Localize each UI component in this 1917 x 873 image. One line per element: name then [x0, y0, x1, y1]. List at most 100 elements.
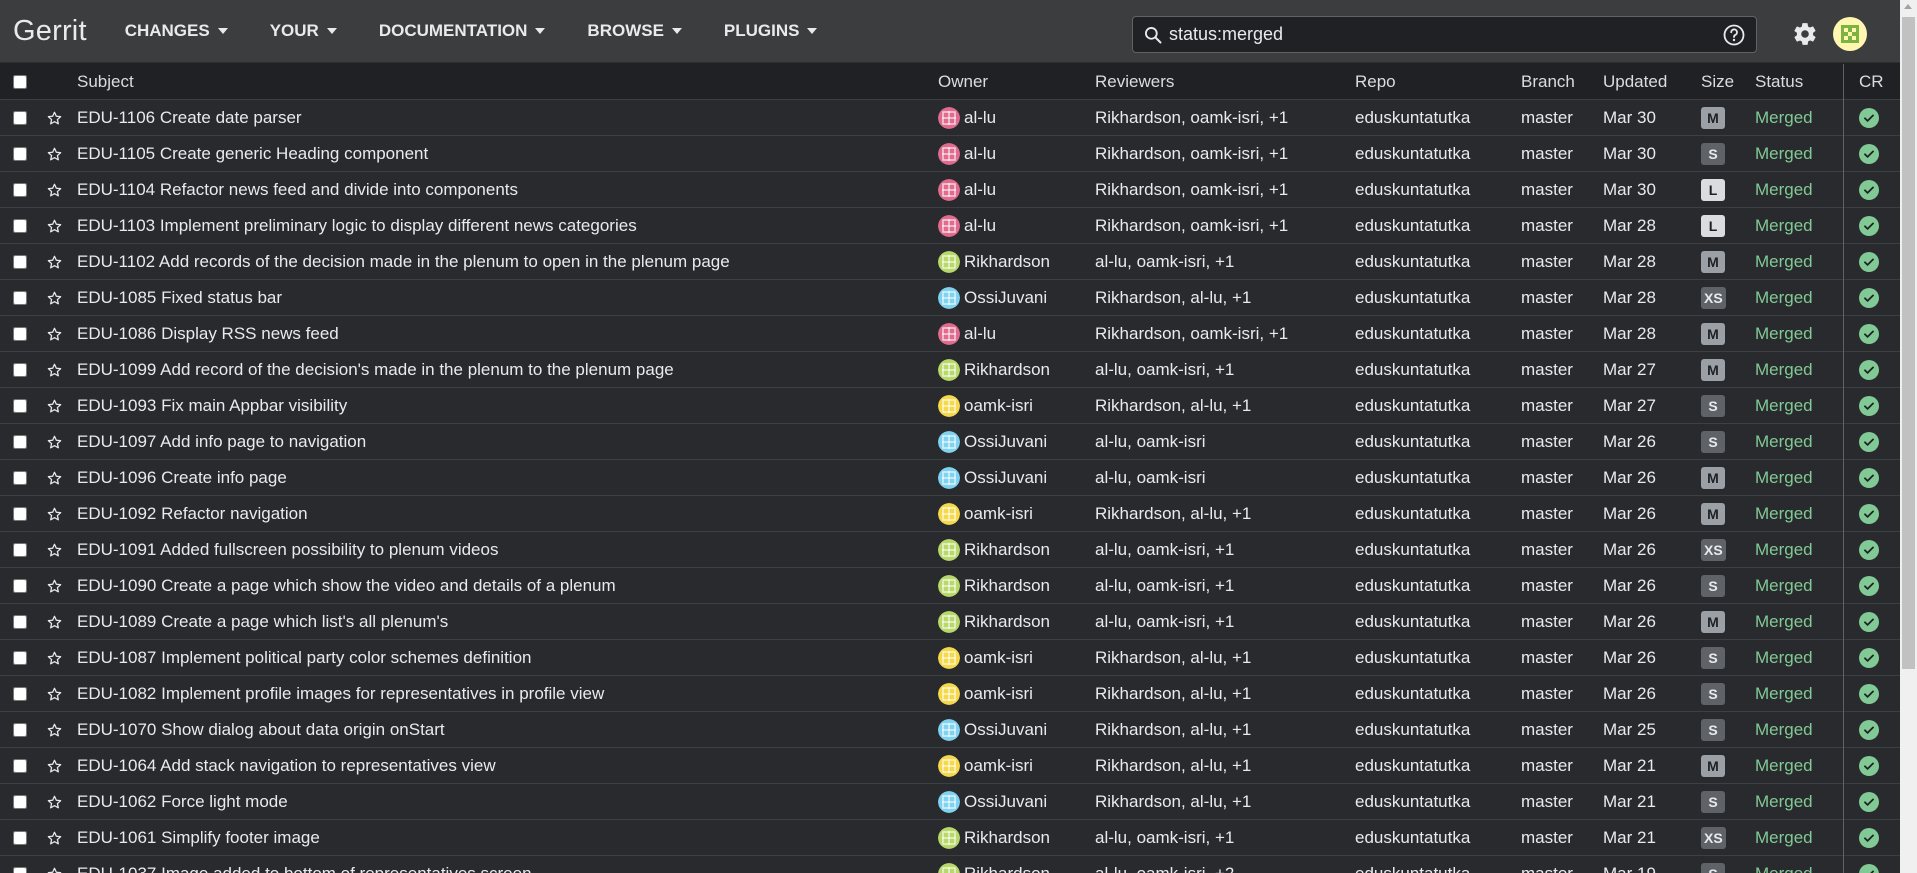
table-row[interactable]: EDU-1061 Simplify footer image Rikhardson… [0, 820, 1900, 856]
star-icon[interactable] [46, 388, 63, 424]
reviewers-cell[interactable]: Rikhardson, oamk-isri, +1 [1095, 172, 1288, 208]
repo-link[interactable]: eduskuntatutka [1355, 460, 1470, 496]
scroll-thumb[interactable] [1902, 17, 1915, 669]
reviewers-cell[interactable]: al-lu, oamk-isri, +1 [1095, 244, 1234, 280]
star-icon[interactable] [46, 856, 63, 873]
reviewers-cell[interactable]: Rikhardson, oamk-isri, +1 [1095, 208, 1288, 244]
row-checkbox[interactable] [13, 615, 27, 629]
owner-cell[interactable]: Rikhardson [938, 532, 1050, 568]
owner-cell[interactable]: OssiJuvani [938, 424, 1047, 460]
table-row[interactable]: EDU-1092 Refactor navigation oamk-isri Rik… [0, 496, 1900, 532]
owner-cell[interactable]: Rikhardson [938, 352, 1050, 388]
nav-browse[interactable]: BROWSE [587, 21, 682, 41]
branch-link[interactable]: master [1521, 280, 1573, 316]
repo-link[interactable]: eduskuntatutka [1355, 568, 1470, 604]
row-checkbox[interactable] [13, 291, 27, 305]
row-checkbox[interactable] [13, 435, 27, 449]
repo-link[interactable]: eduskuntatutka [1355, 316, 1470, 352]
star-icon[interactable] [46, 676, 63, 712]
change-subject-link[interactable]: EDU-1105 Create generic Heading componen… [77, 136, 428, 172]
branch-link[interactable]: master [1521, 568, 1573, 604]
owner-cell[interactable]: OssiJuvani [938, 712, 1047, 748]
reviewers-cell[interactable]: Rikhardson, al-lu, +1 [1095, 640, 1251, 676]
table-row[interactable]: EDU-1089 Create a page which list's all … [0, 604, 1900, 640]
table-row[interactable]: EDU-1090 Create a page which show the vi… [0, 568, 1900, 604]
nav-your[interactable]: YOUR [270, 21, 337, 41]
reviewers-cell[interactable]: Rikhardson, al-lu, +1 [1095, 676, 1251, 712]
row-checkbox[interactable] [13, 795, 27, 809]
star-icon[interactable] [46, 532, 63, 568]
reviewers-cell[interactable]: al-lu, oamk-isri, +1 [1095, 568, 1234, 604]
change-subject-link[interactable]: EDU-1093 Fix main Appbar visibility [77, 388, 347, 424]
row-checkbox[interactable] [13, 687, 27, 701]
repo-link[interactable]: eduskuntatutka [1355, 244, 1470, 280]
star-icon[interactable] [46, 352, 63, 388]
owner-cell[interactable]: al-lu [938, 316, 996, 352]
row-checkbox[interactable] [13, 651, 27, 665]
table-row[interactable]: EDU-1106 Create date parser al-lu Rikhards… [0, 100, 1900, 136]
select-all-checkbox[interactable] [13, 75, 27, 89]
change-subject-link[interactable]: EDU-1102 Add records of the decision mad… [77, 244, 730, 280]
change-subject-link[interactable]: EDU-1087 Implement political party color… [77, 640, 531, 676]
repo-link[interactable]: eduskuntatutka [1355, 388, 1470, 424]
branch-link[interactable]: master [1521, 676, 1573, 712]
star-icon[interactable] [46, 136, 63, 172]
branch-link[interactable]: master [1521, 856, 1573, 873]
row-checkbox[interactable] [13, 723, 27, 737]
branch-link[interactable]: master [1521, 388, 1573, 424]
reviewers-cell[interactable]: al-lu, oamk-isri [1095, 460, 1206, 496]
repo-link[interactable]: eduskuntatutka [1355, 352, 1470, 388]
branch-link[interactable]: master [1521, 604, 1573, 640]
star-icon[interactable] [46, 640, 63, 676]
help-icon[interactable] [1722, 23, 1746, 47]
row-checkbox[interactable] [13, 759, 27, 773]
repo-link[interactable]: eduskuntatutka [1355, 424, 1470, 460]
repo-link[interactable]: eduskuntatutka [1355, 784, 1470, 820]
reviewers-cell[interactable]: al-lu, oamk-isri [1095, 424, 1206, 460]
table-row[interactable]: EDU-1091 Added fullscreen possibility to… [0, 532, 1900, 568]
branch-link[interactable]: master [1521, 460, 1573, 496]
change-subject-link[interactable]: EDU-1103 Implement preliminary logic to … [77, 208, 637, 244]
change-subject-link[interactable]: EDU-1089 Create a page which list's all … [77, 604, 448, 640]
gerrit-logo[interactable]: Gerrit [13, 15, 87, 48]
owner-cell[interactable]: oamk-isri [938, 496, 1033, 532]
nav-documentation[interactable]: DOCUMENTATION [379, 21, 546, 41]
branch-link[interactable]: master [1521, 784, 1573, 820]
change-subject-link[interactable]: EDU-1096 Create info page [77, 460, 287, 496]
owner-cell[interactable]: Rikhardson [938, 568, 1050, 604]
row-checkbox[interactable] [13, 543, 27, 557]
row-checkbox[interactable] [13, 255, 27, 269]
reviewers-cell[interactable]: Rikhardson, al-lu, +1 [1095, 784, 1251, 820]
repo-link[interactable]: eduskuntatutka [1355, 856, 1470, 873]
row-checkbox[interactable] [13, 579, 27, 593]
search-input[interactable] [1169, 24, 1722, 45]
row-checkbox[interactable] [13, 507, 27, 521]
branch-link[interactable]: master [1521, 352, 1573, 388]
row-checkbox[interactable] [13, 111, 27, 125]
change-subject-link[interactable]: EDU-1090 Create a page which show the vi… [77, 568, 616, 604]
row-checkbox[interactable] [13, 831, 27, 845]
branch-link[interactable]: master [1521, 208, 1573, 244]
repo-link[interactable]: eduskuntatutka [1355, 676, 1470, 712]
star-icon[interactable] [46, 784, 63, 820]
row-checkbox[interactable] [13, 219, 27, 233]
branch-link[interactable]: master [1521, 820, 1573, 856]
repo-link[interactable]: eduskuntatutka [1355, 604, 1470, 640]
owner-cell[interactable]: oamk-isri [938, 676, 1033, 712]
change-subject-link[interactable]: EDU-1092 Refactor navigation [77, 496, 308, 532]
star-icon[interactable] [46, 820, 63, 856]
table-row[interactable]: EDU-1082 Implement profile images for re… [0, 676, 1900, 712]
reviewers-cell[interactable]: al-lu, oamk-isri, +1 [1095, 820, 1234, 856]
change-subject-link[interactable]: EDU-1086 Display RSS news feed [77, 316, 339, 352]
nav-plugins[interactable]: PLUGINS [724, 21, 818, 41]
reviewers-cell[interactable]: Rikhardson, oamk-isri, +1 [1095, 100, 1288, 136]
owner-cell[interactable]: Rikhardson [938, 604, 1050, 640]
row-checkbox[interactable] [13, 327, 27, 341]
table-row[interactable]: EDU-1093 Fix main Appbar visibility oamk-… [0, 388, 1900, 424]
owner-cell[interactable]: oamk-isri [938, 640, 1033, 676]
owner-cell[interactable]: al-lu [938, 172, 996, 208]
reviewers-cell[interactable]: al-lu, oamk-isri, +1 [1095, 532, 1234, 568]
owner-cell[interactable]: al-lu [938, 208, 996, 244]
table-row[interactable]: EDU-1062 Force light mode OssiJuvani Rikha… [0, 784, 1900, 820]
branch-link[interactable]: master [1521, 748, 1573, 784]
